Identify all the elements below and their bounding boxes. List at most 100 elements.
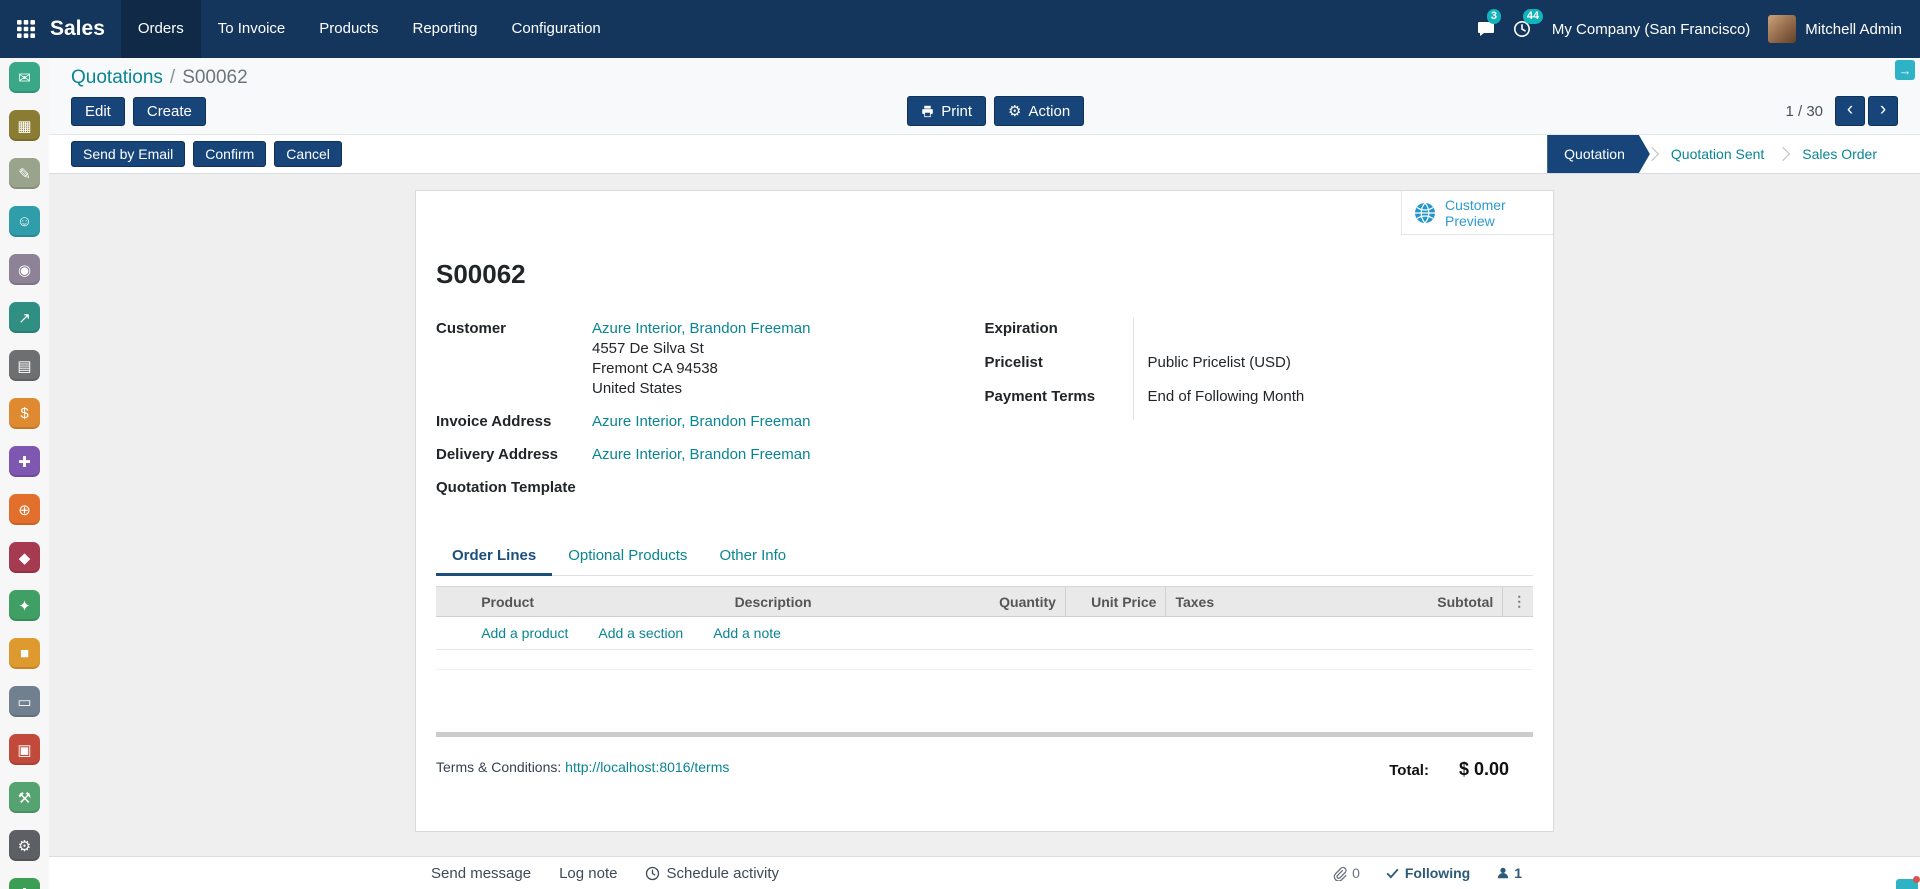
app-icon-point-of-sale[interactable]: ▭	[9, 686, 40, 717]
add-a-note-link[interactable]: Add a note	[713, 625, 781, 641]
user-menu[interactable]: Mitchell Admin	[1805, 21, 1902, 38]
app-icon-forecast[interactable]: ↗	[9, 302, 40, 333]
step-quotation[interactable]: Quotation	[1547, 135, 1650, 173]
column-header-product[interactable]: Product	[472, 587, 725, 617]
invoicing-icon: $	[20, 405, 28, 422]
column-header-unit-price[interactable]: Unit Price	[1065, 587, 1166, 617]
delivery-address-link[interactable]: Azure Interior, Brandon Freeman	[592, 446, 810, 463]
tab-order-lines[interactable]: Order Lines	[436, 538, 552, 576]
print-button[interactable]: Print	[907, 96, 986, 126]
pager-previous-button[interactable]: ‹	[1835, 96, 1865, 126]
address-city: Fremont CA 94538	[592, 359, 810, 379]
app-icon-inventory[interactable]: ▣	[9, 734, 40, 765]
column-header-subtotal[interactable]: Subtotal	[1410, 587, 1503, 617]
app-icon-elearning[interactable]: ◆	[9, 542, 40, 573]
chatter-bar: Send message Log note Schedule activity …	[49, 856, 1920, 889]
livechat-widget[interactable]	[1896, 879, 1918, 889]
project-icon: ▤	[17, 357, 31, 375]
attachments-button[interactable]: 0	[1332, 865, 1360, 881]
totals-block: Total: $ 0.00	[1389, 759, 1509, 780]
app-icon-maintenance[interactable]: ⚒	[9, 782, 40, 813]
schedule-activity-button[interactable]: Schedule activity	[645, 865, 779, 882]
apps-menu-button[interactable]	[8, 0, 44, 58]
customer-link[interactable]: Azure Interior, Brandon Freeman	[592, 320, 810, 337]
add-a-section-link[interactable]: Add a section	[598, 625, 683, 641]
app-icon-project[interactable]: ▤	[9, 350, 40, 381]
user-avatar[interactable]	[1768, 15, 1796, 43]
handle-cell	[436, 617, 472, 650]
cancel-button[interactable]: Cancel	[274, 141, 342, 167]
menu-orders[interactable]: Orders	[121, 0, 201, 58]
elearning-icon: ◆	[19, 549, 31, 567]
breadcrumb-quotations[interactable]: Quotations	[71, 67, 163, 88]
breadcrumb-current-record: S00062	[182, 67, 248, 88]
customer-label: Customer	[436, 318, 592, 399]
confirm-button[interactable]: Confirm	[193, 141, 266, 167]
order-lines-table: Product Description Quantity Unit Price …	[436, 586, 1533, 690]
expiration-label: Expiration	[985, 318, 1133, 352]
company-switcher[interactable]: My Company (San Francisco)	[1552, 21, 1750, 38]
column-header-description[interactable]: Description	[726, 587, 969, 617]
app-icon-purchase[interactable]: ■	[9, 638, 40, 669]
tab-other-info[interactable]: Other Info	[703, 538, 802, 575]
clock-icon	[645, 866, 660, 881]
messages-button[interactable]: 3	[1468, 0, 1504, 58]
app-icon-website[interactable]: ⊕	[9, 494, 40, 525]
send-message-button[interactable]: Send message	[431, 865, 531, 882]
app-icon-discuss[interactable]: ✉	[9, 62, 40, 93]
menu-configuration[interactable]: Configuration	[495, 0, 618, 58]
delivery-address-label: Delivery Address	[436, 444, 592, 465]
app-icon-crm[interactable]: ◉	[9, 254, 40, 285]
customer-preview-label: Customer Preview	[1445, 197, 1519, 229]
menu-products[interactable]: Products	[302, 0, 395, 58]
app-icon-contacts[interactable]: ☺	[9, 206, 40, 237]
add-a-product-link[interactable]: Add a product	[481, 625, 568, 641]
send-by-email-button[interactable]: Send by Email	[71, 141, 185, 167]
invoice-address-label: Invoice Address	[436, 411, 592, 432]
app-icon-employees[interactable]: ✚	[9, 878, 40, 889]
paperclip-icon	[1332, 866, 1347, 881]
step-quotation-sent[interactable]: Quotation Sent	[1654, 135, 1781, 173]
app-icon-apps[interactable]: ✚	[9, 446, 40, 477]
external-link-widget[interactable]: →	[1895, 60, 1915, 80]
followers-button[interactable]: 1	[1496, 865, 1522, 881]
totals-separator	[436, 732, 1533, 737]
payment-terms-value: End of Following Month	[1133, 386, 1534, 420]
field-quotation-template: Quotation Template	[436, 477, 985, 498]
form-view-area: Customer Preview S00062 Customer Azure I…	[49, 174, 1920, 856]
pos-icon: ▭	[17, 693, 31, 711]
inventory-icon: ▣	[17, 741, 31, 759]
app-icon-sales[interactable]: ✦	[9, 590, 40, 621]
chevron-left-icon: ‹	[1847, 99, 1853, 121]
customer-preview-button[interactable]: Customer Preview	[1401, 191, 1553, 235]
action-button[interactable]: ⚙ Action	[994, 96, 1084, 126]
tab-optional-products[interactable]: Optional Products	[552, 538, 703, 575]
column-header-quantity[interactable]: Quantity	[969, 587, 1066, 617]
total-amount: $ 0.00	[1459, 759, 1509, 780]
optional-columns-button[interactable]: ⋮	[1503, 587, 1533, 617]
following-button[interactable]: Following	[1386, 865, 1470, 881]
create-button[interactable]: Create	[133, 97, 206, 126]
app-icon-settings[interactable]: ⚙	[9, 830, 40, 861]
app-icon-calendar[interactable]: ▦	[9, 110, 40, 141]
control-panel: Quotations/S00062 Edit Create Print	[49, 58, 1920, 134]
invoice-address-link[interactable]: Azure Interior, Brandon Freeman	[592, 413, 810, 430]
activities-button[interactable]: 44	[1504, 0, 1540, 58]
field-invoice-address: Invoice Address Azure Interior, Brandon …	[436, 411, 985, 432]
customer-address: 4557 De Silva St Fremont CA 94538 United…	[592, 339, 810, 399]
globe-icon	[1414, 202, 1436, 224]
app-icon-notes[interactable]: ✎	[9, 158, 40, 189]
calendar-icon: ▦	[17, 117, 31, 135]
pager-next-button[interactable]: ›	[1868, 96, 1898, 126]
edit-button[interactable]: Edit	[71, 97, 125, 126]
menu-to-invoice[interactable]: To Invoice	[201, 0, 303, 58]
terms-link[interactable]: http://localhost:8016/terms	[565, 759, 729, 775]
breadcrumb: Quotations/S00062	[71, 64, 1898, 92]
app-brand[interactable]: Sales	[50, 17, 105, 41]
step-sales-order[interactable]: Sales Order	[1785, 135, 1894, 173]
app-icon-invoicing[interactable]: $	[9, 398, 40, 429]
log-note-button[interactable]: Log note	[559, 865, 617, 882]
column-header-taxes[interactable]: Taxes	[1166, 587, 1410, 617]
menu-reporting[interactable]: Reporting	[395, 0, 494, 58]
following-label: Following	[1405, 865, 1470, 881]
